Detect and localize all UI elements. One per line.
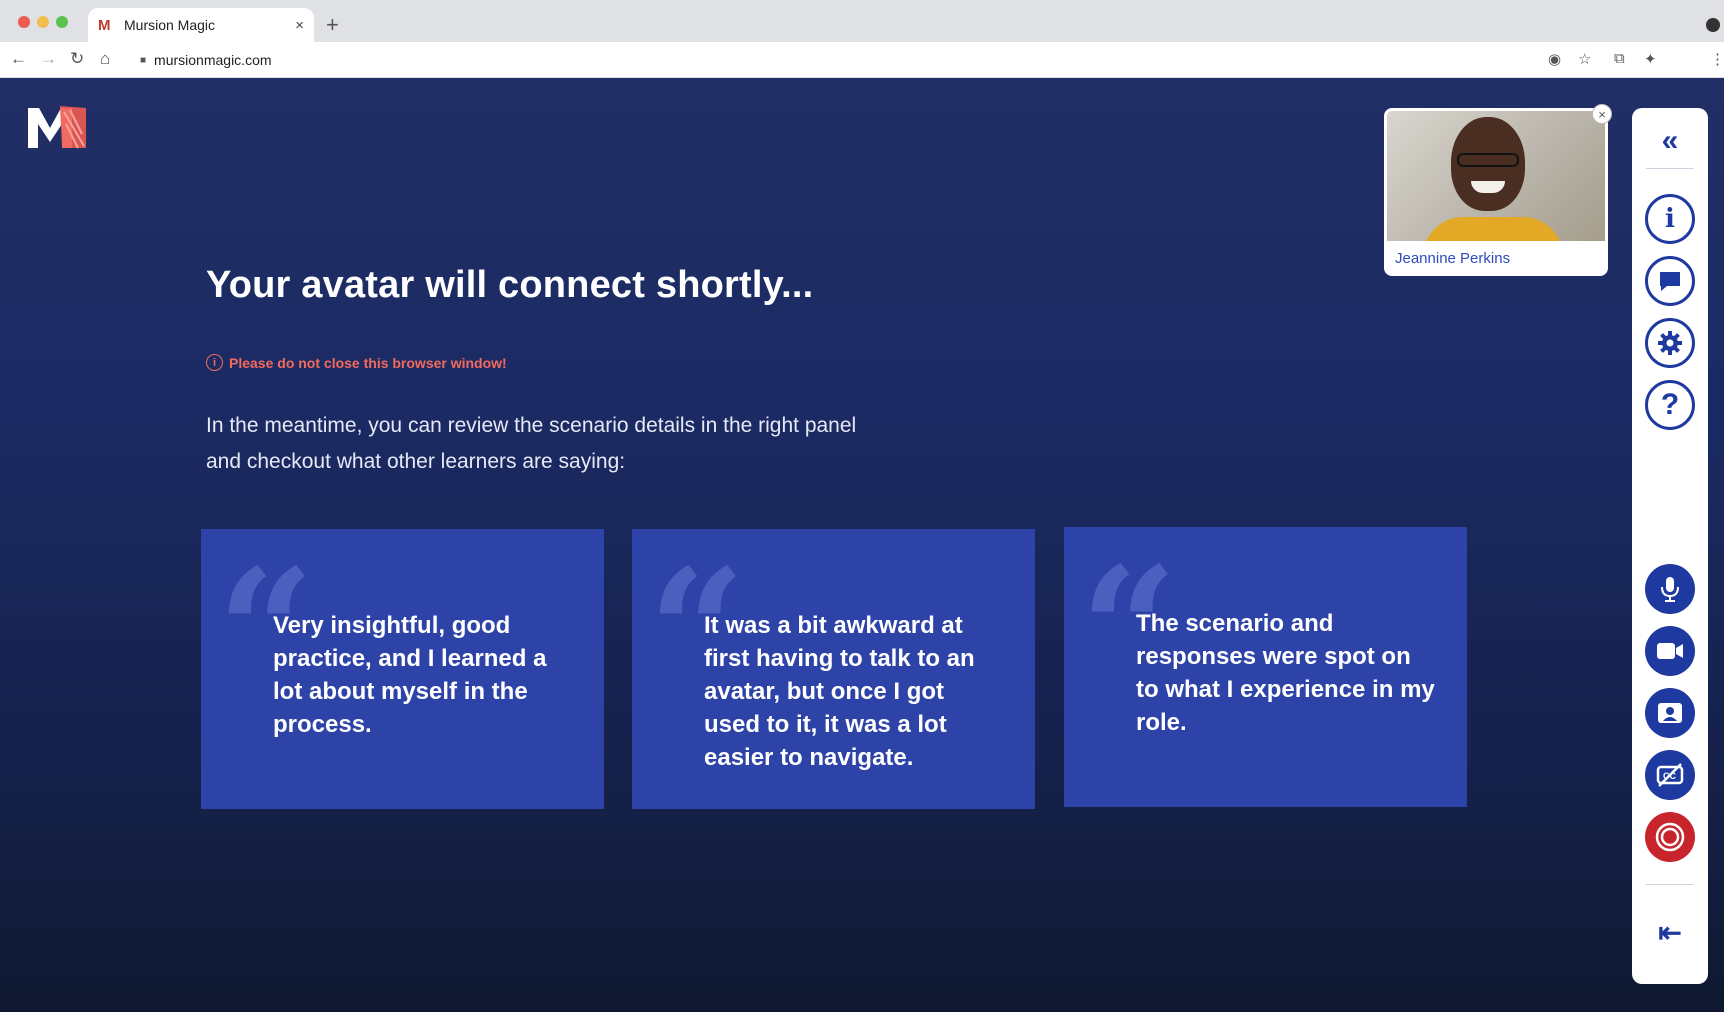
testimonial-text: It was a bit awkward at first having to … <box>704 612 975 771</box>
info-button[interactable]: i <box>1645 194 1695 244</box>
close-window-button[interactable] <box>18 16 30 28</box>
address-bar: ← → ↻ ⌂ ■ mursionmagic.com ◉ ☆ ⧉ ✦ ⋮ <box>0 42 1724 112</box>
chat-icon <box>1660 272 1680 291</box>
url-text: mursionmagic.com <box>154 52 272 68</box>
browser-menu-icon[interactable]: ⋮ <box>1710 50 1724 68</box>
maximize-window-button[interactable] <box>56 16 68 28</box>
reload-icon[interactable]: ↻ <box>70 49 84 69</box>
microphone-icon <box>1661 577 1679 602</box>
divider <box>1646 168 1694 169</box>
url-field[interactable]: ■ mursionmagic.com <box>140 48 272 72</box>
person-frame-icon <box>1658 703 1682 723</box>
info-icon: i <box>206 354 223 371</box>
tab-close-icon[interactable]: × <box>295 17 304 34</box>
side-panel: « i ? ⇤ <box>1632 108 1708 984</box>
microphone-button[interactable] <box>1645 564 1695 614</box>
testimonial-text: Very insightful, good practice, and I le… <box>273 612 547 738</box>
testimonial-text: The scenario and responses were spot on … <box>1136 610 1435 736</box>
back-icon[interactable]: ← <box>10 49 27 69</box>
warning-text: Please do not close this browser window! <box>229 354 507 371</box>
collapse-panel-button[interactable]: « <box>1632 124 1708 158</box>
minimize-window-button[interactable] <box>37 16 49 28</box>
mursion-logo <box>28 106 86 149</box>
cast-icon[interactable]: ⧉ <box>1614 50 1625 67</box>
eye-icon[interactable]: ◉ <box>1548 50 1561 68</box>
gear-icon <box>1658 331 1682 355</box>
camera-button[interactable] <box>1645 626 1695 676</box>
captions-off-button[interactable]: CC <box>1645 750 1695 800</box>
page-title: Your avatar will connect shortly... <box>206 264 814 306</box>
testimonial-card: “ It was a bit awkward at first having t… <box>632 529 1035 809</box>
mursion-favicon-icon: M <box>98 17 111 34</box>
home-icon[interactable]: ⌂ <box>100 49 110 69</box>
settings-button[interactable] <box>1645 318 1695 368</box>
testimonial-card: “ Very insightful, good practice, and I … <box>201 529 604 809</box>
exit-session-button[interactable]: ⇤ <box>1632 916 1708 949</box>
tab-title: Mursion Magic <box>124 17 216 33</box>
forward-icon[interactable]: → <box>40 49 57 69</box>
divider <box>1646 884 1694 885</box>
testimonial-card: “ The scenario and responses were spot o… <box>1064 527 1467 807</box>
user-video-image <box>1387 111 1605 241</box>
app-main: Your avatar will connect shortly... i Pl… <box>0 78 1724 1012</box>
intro-text: In the meantime, you can review the scen… <box>206 414 857 473</box>
star-icon[interactable]: ☆ <box>1578 50 1591 68</box>
browser-tab-bar: M Mursion Magic × + <box>0 0 1724 42</box>
extensions-icon[interactable]: ✦ <box>1644 50 1657 68</box>
lock-icon: ■ <box>140 54 147 66</box>
record-button[interactable] <box>1645 812 1695 862</box>
close-preview-button[interactable]: × <box>1592 104 1612 124</box>
participant-name: Jeannine Perkins <box>1395 250 1511 267</box>
record-icon <box>1655 822 1685 852</box>
self-view-button[interactable] <box>1645 688 1695 738</box>
warning-message: i Please do not close this browser windo… <box>206 354 507 371</box>
video-preview: Jeannine Perkins × <box>1384 104 1612 276</box>
browser-tab[interactable]: M Mursion Magic × <box>88 8 314 42</box>
video-camera-icon <box>1657 643 1683 659</box>
new-tab-button[interactable]: + <box>326 12 339 38</box>
captions-off-icon: CC <box>1656 763 1684 787</box>
chat-button[interactable] <box>1645 256 1695 306</box>
help-button[interactable]: ? <box>1645 380 1695 430</box>
tab-search-icon[interactable] <box>1706 18 1720 32</box>
